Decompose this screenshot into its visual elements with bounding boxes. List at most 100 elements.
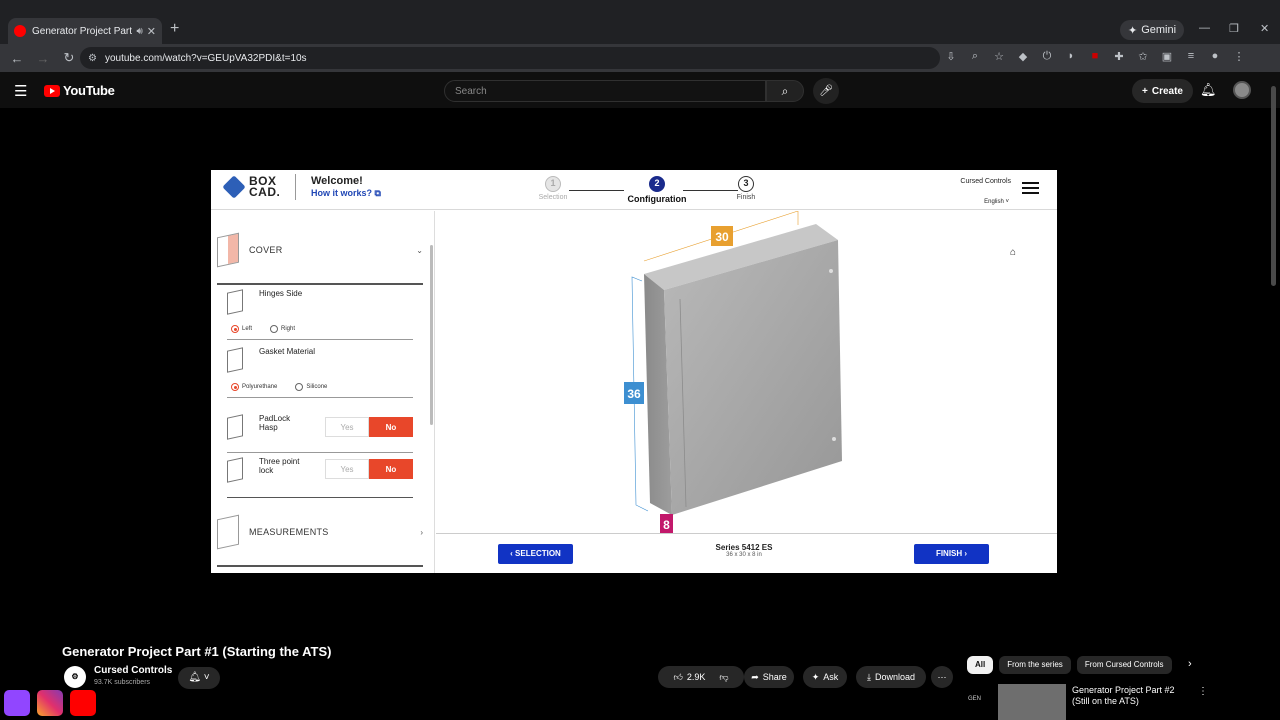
gasket-polyurethane-radio[interactable]: Polyurethane: [231, 383, 277, 391]
share-button[interactable]: ➦ Share: [744, 666, 794, 688]
home-view-icon[interactable]: ⌂: [1010, 247, 1016, 258]
close-tab-icon[interactable]: ✕: [147, 25, 156, 38]
recommended-thumbnail[interactable]: [998, 684, 1066, 720]
guide-menu-icon[interactable]: ☰: [14, 82, 27, 100]
address-bar[interactable]: ⚙ youtube.com/watch?v=GEUpVA32PDI&t=10s: [80, 47, 940, 69]
instagram-icon[interactable]: [37, 690, 63, 716]
hinges-left-radio[interactable]: Left: [231, 325, 252, 333]
three-point-yes-button[interactable]: Yes: [325, 459, 369, 479]
browser-toolbar: ← → ↻ ⚙ youtube.com/watch?v=GEUpVA32PDI&…: [0, 44, 1280, 72]
close-window-icon[interactable]: ✕: [1260, 22, 1269, 35]
back-icon[interactable]: ←: [6, 51, 28, 66]
step-indicator: 1 Selection 2 Configuration 3 Finish: [533, 176, 783, 206]
reload-icon[interactable]: ↻: [58, 50, 80, 66]
search-input[interactable]: Search: [444, 80, 766, 102]
how-it-works-link[interactable]: How it works? ⧉: [311, 188, 381, 199]
padlock-yes-button[interactable]: Yes: [325, 417, 369, 437]
step-selection[interactable]: 1 Selection: [528, 176, 578, 201]
channel-avatar[interactable]: ⚙: [64, 666, 86, 688]
like-icon[interactable]: 👍︎: [673, 672, 682, 683]
three-point-lock-title: Three point lock: [259, 457, 300, 475]
config-panel-scrollbar[interactable]: [430, 245, 433, 425]
download-button[interactable]: ⤓ Download: [856, 666, 926, 688]
dislike-icon[interactable]: 👎︎: [719, 672, 728, 683]
channel-name[interactable]: Cursed Controls: [94, 665, 172, 676]
cover-section-header[interactable]: COVER ⌄: [217, 232, 423, 268]
padlock-option: PadLock Hasp Yes No: [227, 414, 413, 454]
extension-a-icon[interactable]: ◆: [1016, 50, 1030, 63]
svg-text:8: 8: [663, 518, 670, 532]
like-count[interactable]: 2.9K: [687, 672, 706, 682]
chip-from-channel[interactable]: From Cursed Controls: [1076, 656, 1172, 674]
width-dimension-tag: 30: [711, 226, 733, 246]
favorites-icon[interactable]: ✩: [1136, 50, 1150, 63]
gemini-button[interactable]: ✦ Gemini: [1120, 20, 1185, 40]
split-view-icon[interactable]: ▣: [1160, 50, 1174, 63]
notifications-icon[interactable]: 🔔︎: [1200, 82, 1217, 98]
boxcad-logo[interactable]: BOX CAD.: [222, 175, 280, 199]
bookmark-star-icon[interactable]: ☆: [992, 50, 1006, 63]
chip-from-series[interactable]: From the series: [999, 656, 1071, 674]
step-finish[interactable]: 3 Finish: [721, 176, 771, 201]
youtube-header: ☰ YouTube Search ⌕ 🎤︎ + Create 🔔︎: [0, 72, 1280, 108]
plus-icon: +: [1142, 85, 1148, 97]
viewer-bottom-bar: ‹ SELECTION Series 5412 ES 36 x 30 x 8 i…: [436, 533, 1057, 573]
forward-icon[interactable]: →: [32, 51, 54, 66]
new-tab-button[interactable]: +: [170, 20, 179, 38]
youtube-favicon-icon: [14, 25, 26, 37]
hinges-right-radio[interactable]: Right: [270, 325, 295, 333]
chip-all[interactable]: All: [967, 656, 994, 674]
browser-tab[interactable]: Generator Project Part #1 ( 🔊︎ ✕: [8, 18, 162, 44]
hamburger-menu-icon[interactable]: [1022, 182, 1039, 197]
tab-title: Generator Project Part #1 (: [32, 25, 133, 37]
search-icon[interactable]: ⌕: [766, 80, 804, 102]
chrome-menu-icon[interactable]: ⋮: [1232, 50, 1246, 63]
avatar[interactable]: [1233, 81, 1251, 99]
page-scrollbar[interactable]: [1271, 86, 1276, 286]
language-select[interactable]: English ˅: [984, 199, 1009, 205]
youtube-logo[interactable]: YouTube: [44, 83, 115, 98]
measurements-section-header[interactable]: MEASUREMENTS ›: [217, 514, 423, 550]
gasket-silicone-radio[interactable]: Silicone: [295, 383, 327, 391]
step-configuration[interactable]: 2 Configuration: [622, 176, 692, 204]
media-icon[interactable]: ≡: [1184, 50, 1198, 63]
padlock-title: PadLock Hasp: [259, 414, 291, 432]
selection-button[interactable]: ‹ SELECTION: [498, 544, 573, 564]
video-player[interactable]: BOX CAD. Welcome! How it works? ⧉ 1 Sele…: [211, 170, 1057, 573]
enclosure-viewer[interactable]: 30 36 8 ⌂: [436, 210, 1057, 533]
site-info-icon[interactable]: ⚙: [88, 53, 97, 64]
hinges-title: Hinges Side: [259, 289, 303, 298]
subscribed-bell-button[interactable]: 🔔︎ ˅: [178, 667, 220, 689]
url-text: youtube.com/watch?v=GEUpVA32PDI&t=10s: [104, 52, 307, 64]
gasket-option: Gasket Material Polyurethane Silicone: [227, 347, 413, 398]
chevron-right-icon[interactable]: ›: [1188, 658, 1192, 670]
account-name[interactable]: Cursed Controls: [960, 178, 1011, 185]
ask-button[interactable]: ✦ Ask: [803, 666, 847, 688]
gemini-label: Gemini: [1141, 24, 1177, 36]
puzzle-icon[interactable]: ✚: [1112, 50, 1126, 63]
padlock-no-button[interactable]: No: [369, 417, 413, 437]
restore-icon[interactable]: ❐: [1229, 22, 1239, 35]
video-title: Generator Project Part #1 (Starting the …: [62, 644, 332, 659]
youtube-social-icon[interactable]: [70, 690, 96, 716]
profile-icon[interactable]: ●: [1208, 50, 1222, 63]
three-point-no-button[interactable]: No: [369, 459, 413, 479]
gasket-title: Gasket Material: [259, 347, 316, 356]
twitch-icon[interactable]: [4, 690, 30, 716]
extension-c-icon[interactable]: ■: [1088, 50, 1102, 63]
finish-button[interactable]: FINISH ›: [914, 544, 989, 564]
recommended-title[interactable]: Generator Project Part #2 (Still on the …: [1072, 685, 1192, 707]
recommended-badge: GEN: [968, 696, 982, 702]
create-button[interactable]: + Create: [1132, 79, 1193, 103]
power-icon[interactable]: ⏻: [1040, 50, 1054, 63]
install-icon[interactable]: ⇩: [944, 50, 958, 63]
zoom-icon[interactable]: ⌕: [968, 50, 982, 63]
more-actions-icon[interactable]: ⋯: [931, 666, 953, 688]
depth-dimension-tag: 8: [660, 514, 673, 533]
minimize-icon[interactable]: —: [1199, 22, 1210, 34]
speaker-icon[interactable]: 🔊︎: [136, 26, 142, 37]
cover-label: COVER: [249, 245, 283, 255]
recommended-menu-icon[interactable]: ⋮: [1198, 686, 1208, 697]
mic-icon[interactable]: 🎤︎: [813, 78, 839, 104]
extension-b-icon[interactable]: ◗: [1064, 50, 1078, 63]
